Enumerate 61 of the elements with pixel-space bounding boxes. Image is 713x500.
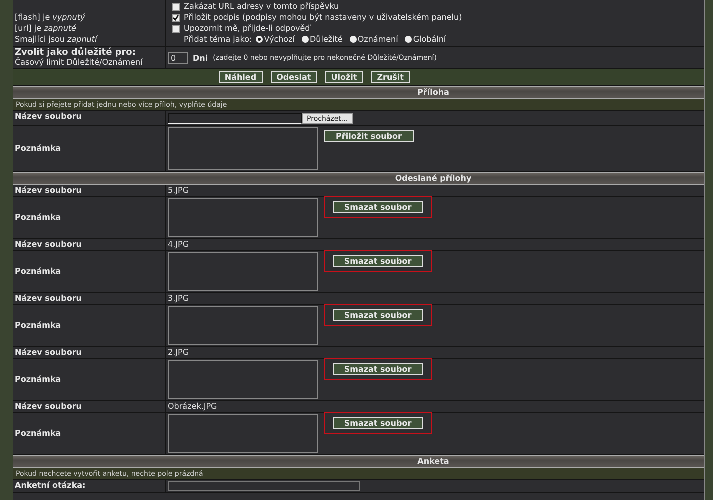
bbcode-status: Smajlíci jsou zapnutí (15, 34, 99, 45)
days-unit: Dni (193, 54, 208, 62)
field-label: Poznámka (15, 375, 62, 384)
delete-button[interactable]: Smazat soubor (333, 363, 423, 375)
section-header: Odeslané přílohy (13, 172, 704, 185)
section-header: Anketa (13, 455, 704, 468)
sticky-sublabel: Časový limit Důležité/Oznámení (15, 58, 144, 67)
action-button[interactable]: Uložit (325, 71, 364, 83)
field-label: Poznámka (15, 144, 62, 153)
delete-button[interactable]: Smazat soubor (333, 417, 423, 429)
note-field[interactable] (168, 414, 318, 453)
file-name: 2.JPG (168, 348, 190, 357)
delete-button[interactable]: Smazat soubor (333, 309, 423, 321)
note-field[interactable] (168, 252, 318, 291)
field-label: Název souboru (15, 402, 83, 411)
bbcode-status: [flash] je vypnutý (15, 12, 86, 23)
field-label: Název souboru (15, 186, 83, 195)
file-name: Obrázek.JPG (168, 402, 218, 411)
field-label: Anketní otázka: (15, 481, 87, 490)
radio-button[interactable] (256, 36, 264, 43)
note-field[interactable] (168, 127, 318, 170)
radio-label: Důležité (310, 35, 343, 44)
note-field[interactable] (168, 198, 318, 237)
checkbox-label: Přiložit podpis (podpisy mohou být nastaveny v uživatelském panelu) (184, 13, 462, 22)
topic-type-label: Přidat téma jako: (184, 35, 252, 44)
checkbox[interactable] (172, 24, 180, 32)
days-field[interactable]: 0 (168, 52, 188, 64)
checkbox[interactable] (172, 14, 180, 22)
field-label: Poznámka (15, 267, 62, 276)
radio-label: Globální (413, 35, 446, 44)
action-button[interactable]: Zrušit (371, 71, 410, 83)
field-label: Název souboru (15, 240, 83, 249)
radio-label: Oznámení (358, 35, 398, 44)
note-field[interactable] (168, 306, 318, 345)
note-field[interactable] (168, 360, 318, 399)
delete-button[interactable]: Smazat soubor (333, 201, 423, 213)
question-field[interactable] (168, 481, 360, 491)
file-field[interactable] (168, 113, 302, 124)
radio-label: Výchozí (264, 35, 295, 44)
checkbox-label: Zakázat URL adresy v tomto příspěvku (184, 2, 340, 11)
sticky-label: Zvolit jako důležité pro: (15, 48, 137, 58)
field-label: Poznámka (15, 429, 62, 438)
field-label: Název souboru (15, 294, 83, 303)
delete-button[interactable]: Smazat soubor (333, 255, 423, 267)
checkbox[interactable] (172, 2, 180, 10)
radio-button[interactable] (302, 36, 309, 43)
field-label: Poznámka (15, 213, 62, 222)
radio-button[interactable] (405, 36, 412, 43)
action-button[interactable]: Náhled (218, 71, 263, 83)
field-label: Poznámka (15, 321, 62, 330)
file-name: 3.JPG (168, 294, 190, 303)
file-name: 5.JPG (168, 186, 190, 195)
field-label: Název souboru (15, 348, 83, 357)
checkbox-label: Upozornit mě, přijde-li odpověď (184, 24, 310, 33)
radio-button[interactable] (350, 36, 357, 43)
file-name: 4.JPG (168, 240, 190, 249)
action-button[interactable]: Odeslat (270, 71, 318, 83)
bbcode-status: [url] je zapnuté (15, 23, 78, 34)
field-label: Název souboru (15, 112, 83, 121)
attach-button[interactable]: Přiložit soubor (324, 130, 414, 142)
section-header: Příloha (13, 86, 704, 99)
